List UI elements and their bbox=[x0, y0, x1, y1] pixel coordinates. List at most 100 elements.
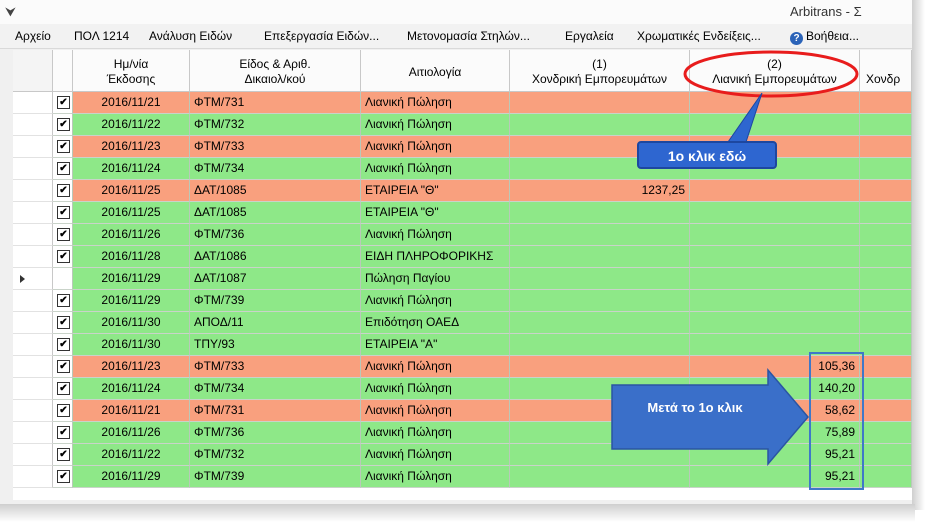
row-checkbox[interactable]: ✔ bbox=[57, 404, 70, 417]
cell-document[interactable]: ΦΤΜ/736 bbox=[190, 224, 361, 246]
cell-wholesale[interactable] bbox=[510, 202, 690, 224]
cell-description[interactable]: Λιανική Πώληση bbox=[361, 114, 510, 136]
cell-document[interactable]: ΔΑΤ/1085 bbox=[190, 180, 361, 202]
cell-description[interactable]: Επιδότηση ΟΑΕΔ bbox=[361, 312, 510, 334]
row-header[interactable] bbox=[13, 400, 53, 422]
row-checkbox[interactable]: ✔ bbox=[57, 206, 70, 219]
cell-wholesale-2[interactable] bbox=[860, 180, 912, 202]
cell-wholesale-2[interactable] bbox=[860, 312, 912, 334]
cell-wholesale-2[interactable] bbox=[860, 246, 912, 268]
table-row[interactable]: ✔ 2016/11/24 ΦΤΜ/734 Λιανική Πώληση bbox=[13, 158, 912, 180]
row-header[interactable] bbox=[13, 268, 53, 290]
cell-date[interactable]: 2016/11/29 bbox=[73, 268, 190, 290]
row-checkbox[interactable]: ✔ bbox=[57, 184, 70, 197]
cell-wholesale-2[interactable] bbox=[860, 334, 912, 356]
cell-wholesale-2[interactable] bbox=[860, 136, 912, 158]
cell-description[interactable]: Λιανική Πώληση bbox=[361, 378, 510, 400]
cell-wholesale[interactable] bbox=[510, 246, 690, 268]
cell-description[interactable]: Λιανική Πώληση bbox=[361, 356, 510, 378]
table-row[interactable]: ✔ 2016/11/30 ΤΠΥ/93 ΕΤΑΙΡΕΙΑ "Α" bbox=[13, 334, 912, 356]
row-header[interactable] bbox=[13, 114, 53, 136]
menu-tools[interactable]: Εργαλεία bbox=[565, 29, 614, 43]
cell-retail[interactable] bbox=[690, 114, 860, 136]
cell-wholesale[interactable]: 1237,25 bbox=[510, 180, 690, 202]
table-row[interactable]: ✔ 2016/11/26 ΦΤΜ/736 Λιανική Πώληση 75,89 bbox=[13, 422, 912, 444]
cell-document[interactable]: ΦΤΜ/736 bbox=[190, 422, 361, 444]
cell-wholesale-2[interactable] bbox=[860, 202, 912, 224]
cell-wholesale[interactable] bbox=[510, 268, 690, 290]
cell-date[interactable]: 2016/11/23 bbox=[73, 356, 190, 378]
menu-help[interactable]: ? Βοήθεια... bbox=[790, 29, 859, 45]
cell-wholesale-2[interactable] bbox=[860, 400, 912, 422]
cell-retail[interactable] bbox=[690, 268, 860, 290]
cell-document[interactable]: ΦΤΜ/739 bbox=[190, 290, 361, 312]
cell-wholesale-2[interactable] bbox=[860, 92, 912, 114]
row-checkbox[interactable]: ✔ bbox=[57, 250, 70, 263]
cell-wholesale[interactable] bbox=[510, 356, 690, 378]
row-checkbox[interactable]: ✔ bbox=[57, 360, 70, 373]
cell-date[interactable]: 2016/11/30 bbox=[73, 334, 190, 356]
table-row[interactable]: ✔ 2016/11/21 ΦΤΜ/731 Λιανική Πώληση bbox=[13, 92, 912, 114]
cell-retail[interactable] bbox=[690, 180, 860, 202]
cell-document[interactable]: ΦΤΜ/731 bbox=[190, 92, 361, 114]
cell-date[interactable]: 2016/11/29 bbox=[73, 290, 190, 312]
table-row[interactable]: ✔ 2016/11/26 ΦΤΜ/736 Λιανική Πώληση bbox=[13, 224, 912, 246]
row-header[interactable] bbox=[13, 158, 53, 180]
cell-document[interactable]: ΔΑΤ/1087 bbox=[190, 268, 361, 290]
row-header[interactable] bbox=[13, 224, 53, 246]
cell-wholesale-2[interactable] bbox=[860, 422, 912, 444]
cell-date[interactable]: 2016/11/22 bbox=[73, 444, 190, 466]
cell-document[interactable]: ΤΠΥ/93 bbox=[190, 334, 361, 356]
cell-wholesale-2[interactable] bbox=[860, 158, 912, 180]
menu-rename-columns[interactable]: Μετονομασία Στηλών... bbox=[407, 29, 530, 43]
column-header-wholesale-2[interactable]: Χονδρ bbox=[860, 50, 912, 92]
cell-document[interactable]: ΦΤΜ/733 bbox=[190, 136, 361, 158]
cell-date[interactable]: 2016/11/24 bbox=[73, 158, 190, 180]
row-checkbox[interactable]: ✔ bbox=[57, 426, 70, 439]
cell-document[interactable]: ΦΤΜ/731 bbox=[190, 400, 361, 422]
row-header[interactable] bbox=[13, 466, 53, 488]
cell-retail[interactable]: 140,20 bbox=[690, 378, 860, 400]
cell-document[interactable]: ΦΤΜ/732 bbox=[190, 114, 361, 136]
table-row[interactable]: ✔ 2016/11/30 ΑΠΟΔ/11 Επιδότηση ΟΑΕΔ bbox=[13, 312, 912, 334]
cell-retail[interactable] bbox=[690, 312, 860, 334]
cell-retail[interactable] bbox=[690, 202, 860, 224]
cell-document[interactable]: ΔΑΤ/1086 bbox=[190, 246, 361, 268]
cell-document[interactable]: ΔΑΤ/1085 bbox=[190, 202, 361, 224]
table-row[interactable]: ✔ 2016/11/22 ΦΤΜ/732 Λιανική Πώληση 95,21 bbox=[13, 444, 912, 466]
row-header[interactable] bbox=[13, 202, 53, 224]
cell-retail[interactable] bbox=[690, 246, 860, 268]
cell-retail[interactable]: 95,21 bbox=[690, 444, 860, 466]
menu-item-analysis[interactable]: Ανάλυση Ειδών bbox=[149, 29, 232, 43]
cell-description[interactable]: Λιανική Πώληση bbox=[361, 422, 510, 444]
row-header[interactable] bbox=[13, 422, 53, 444]
row-header[interactable] bbox=[13, 92, 53, 114]
cell-description[interactable]: Πώληση Παγίου bbox=[361, 268, 510, 290]
cell-wholesale-2[interactable] bbox=[860, 356, 912, 378]
cell-document[interactable]: ΦΤΜ/734 bbox=[190, 378, 361, 400]
cell-description[interactable]: ΕΤΑΙΡΕΙΑ "Α" bbox=[361, 334, 510, 356]
cell-description[interactable]: Λιανική Πώληση bbox=[361, 136, 510, 158]
row-checkbox[interactable]: ✔ bbox=[57, 338, 70, 351]
cell-wholesale[interactable] bbox=[510, 466, 690, 488]
row-checkbox[interactable]: ✔ bbox=[57, 118, 70, 131]
row-header[interactable] bbox=[13, 136, 53, 158]
cell-description[interactable]: Λιανική Πώληση bbox=[361, 92, 510, 114]
cell-wholesale-2[interactable] bbox=[860, 268, 912, 290]
cell-description[interactable]: ΕΙΔΗ ΠΛΗΡΟΦΟΡΙΚΗΣ bbox=[361, 246, 510, 268]
table-row[interactable]: ✔ 2016/11/29 ΦΤΜ/739 Λιανική Πώληση bbox=[13, 290, 912, 312]
cell-retail[interactable]: 105,36 bbox=[690, 356, 860, 378]
cell-description[interactable]: ΕΤΑΙΡΕΙΑ "Θ" bbox=[361, 180, 510, 202]
cell-date[interactable]: 2016/11/21 bbox=[73, 92, 190, 114]
cell-document[interactable]: ΦΤΜ/739 bbox=[190, 466, 361, 488]
cell-wholesale-2[interactable] bbox=[860, 114, 912, 136]
cell-wholesale[interactable] bbox=[510, 444, 690, 466]
cell-document[interactable]: ΦΤΜ/734 bbox=[190, 158, 361, 180]
cell-wholesale-2[interactable] bbox=[860, 444, 912, 466]
cell-date[interactable]: 2016/11/21 bbox=[73, 400, 190, 422]
cell-wholesale[interactable] bbox=[510, 224, 690, 246]
cell-description[interactable]: Λιανική Πώληση bbox=[361, 466, 510, 488]
menu-file[interactable]: Αρχείο bbox=[15, 29, 51, 43]
cell-wholesale[interactable] bbox=[510, 114, 690, 136]
table-row[interactable]: ✔ 2016/11/28 ΔΑΤ/1086 ΕΙΔΗ ΠΛΗΡΟΦΟΡΙΚΗΣ bbox=[13, 246, 912, 268]
